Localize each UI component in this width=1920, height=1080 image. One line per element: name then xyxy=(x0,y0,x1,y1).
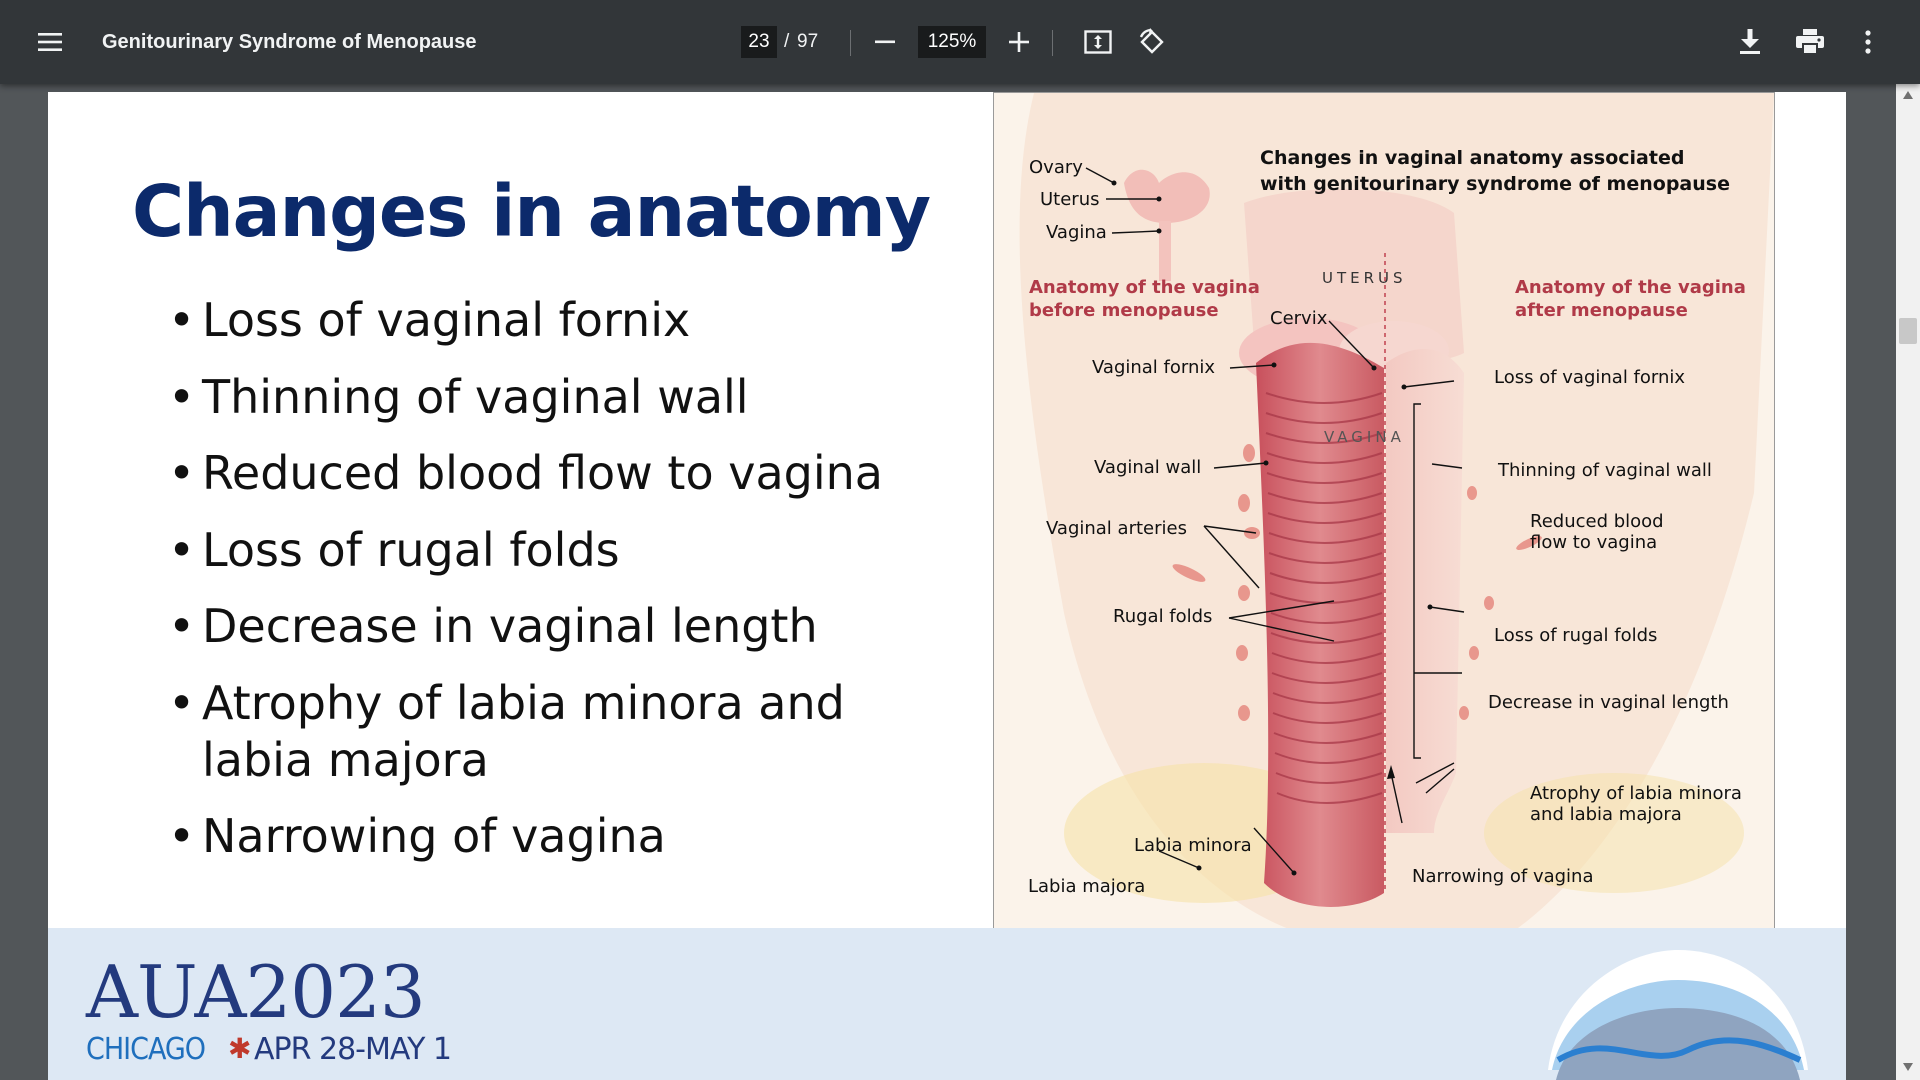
vertical-scrollbar[interactable] xyxy=(1896,84,1920,1080)
bullet-item: Atrophy of labia minora and labia majora xyxy=(168,675,948,789)
before-heading-line: Anatomy of the vagina xyxy=(1029,277,1260,298)
scroll-up-arrow-icon[interactable] xyxy=(1902,90,1914,100)
after-menopause-heading: Anatomy of the vagina after menopause xyxy=(1515,276,1746,322)
page-separator: / xyxy=(784,31,790,52)
scroll-down-arrow-icon[interactable] xyxy=(1902,1062,1914,1072)
narrowing-of-vagina-label: Narrowing of vagina xyxy=(1412,866,1594,887)
cervix-label: Cervix xyxy=(1270,308,1328,329)
reduced-blood-flow-line: flow to vagina xyxy=(1530,532,1658,553)
vaginal-arteries-label: Vaginal arteries xyxy=(1046,518,1187,539)
download-icon[interactable] xyxy=(1732,0,1768,84)
inset-ovary-label: Ovary xyxy=(1029,157,1083,178)
after-heading-line: after menopause xyxy=(1515,300,1688,321)
bullet-item: Loss of vaginal fornix xyxy=(168,292,948,349)
print-icon[interactable] xyxy=(1790,0,1830,84)
scrollbar-thumb[interactable] xyxy=(1899,318,1917,344)
figure-heading-line: with genitourinary syndrome of menopause xyxy=(1260,173,1730,195)
toolbar-divider xyxy=(1052,30,1053,56)
inset-vagina-label: Vagina xyxy=(1046,222,1107,243)
decrease-vaginal-length-label: Decrease in vaginal length xyxy=(1488,692,1729,713)
more-vert-icon[interactable] xyxy=(1852,0,1884,84)
vaginal-wall-label: Vaginal wall xyxy=(1094,457,1202,478)
thinning-of-vaginal-wall-label: Thinning of vaginal wall xyxy=(1498,460,1712,481)
rugal-folds-label: Rugal folds xyxy=(1113,606,1213,627)
atrophy-labia-line: Atrophy of labia minora xyxy=(1530,783,1742,804)
bullet-item: Loss of rugal folds xyxy=(168,522,948,579)
pdf-toolbar: Genitourinary Syndrome of Menopause 23 /… xyxy=(0,0,1920,84)
toolbar-divider xyxy=(850,30,851,56)
reduced-blood-flow-label: Reduced blood flow to vagina xyxy=(1530,511,1664,553)
figure-heading-line: Changes in vaginal anatomy associated xyxy=(1260,147,1685,169)
bullet-item: Thinning of vaginal wall xyxy=(168,369,948,426)
before-heading-line: before menopause xyxy=(1029,300,1219,321)
zoom-in-icon[interactable] xyxy=(1002,0,1036,84)
bullet-item: Reduced blood flow to vagina xyxy=(168,445,948,502)
conference-logo-icon xyxy=(1548,950,1808,1080)
conference-dates: APR 28-MAY 1 xyxy=(254,1032,452,1067)
fit-page-icon[interactable] xyxy=(1080,0,1116,84)
after-heading-line: Anatomy of the vagina xyxy=(1515,277,1746,298)
bullet-item: Narrowing of vagina xyxy=(168,808,948,865)
star-icon: ✱ xyxy=(228,1033,252,1064)
inset-uterus-label: Uterus xyxy=(1040,189,1100,210)
vagina-region-label: VAGINA xyxy=(1324,428,1405,446)
reduced-blood-flow-line: Reduced blood xyxy=(1530,511,1664,532)
vaginal-fornix-label: Vaginal fornix xyxy=(1092,357,1216,378)
figure-heading: Changes in vaginal anatomy associated wi… xyxy=(1260,145,1730,197)
conference-city: CHICAGO xyxy=(86,1032,206,1067)
bullet-item: Decrease in vaginal length xyxy=(168,598,948,655)
rotate-icon[interactable] xyxy=(1134,0,1170,84)
loss-of-rugal-folds-label: Loss of rugal folds xyxy=(1494,625,1658,646)
labia-minora-label: Labia minora xyxy=(1134,835,1252,856)
labia-majora-label: Labia majora xyxy=(1028,876,1146,897)
atrophy-labia-line: and labia majora xyxy=(1530,804,1682,825)
page-number-input[interactable]: 23 xyxy=(741,26,777,58)
zoom-out-icon[interactable] xyxy=(868,0,902,84)
pdf-page: Changes in anatomy Loss of vaginal forni… xyxy=(48,92,1846,1080)
uterus-region-label: UTERUS xyxy=(1322,269,1407,287)
document-title: Genitourinary Syndrome of Menopause xyxy=(102,31,477,53)
bullet-list: Loss of vaginal fornix Thinning of vagin… xyxy=(168,292,948,885)
zoom-level-input[interactable]: 125% xyxy=(918,26,986,58)
slide-title: Changes in anatomy xyxy=(132,170,931,253)
slide-footer: AUA2023 CHICAGO ✱ APR 28-MAY 1 xyxy=(48,928,1846,1080)
aua-brand: AUA2023 xyxy=(86,950,426,1034)
loss-of-vaginal-fornix-label: Loss of vaginal fornix xyxy=(1494,367,1686,388)
page-total: 97 xyxy=(797,31,819,52)
before-menopause-heading: Anatomy of the vagina before menopause xyxy=(1029,276,1260,322)
hamburger-menu-icon[interactable] xyxy=(30,0,70,84)
anatomy-figure: Changes in vaginal anatomy associated wi… xyxy=(993,92,1775,932)
atrophy-labia-label: Atrophy of labia minora and labia majora xyxy=(1530,783,1742,825)
